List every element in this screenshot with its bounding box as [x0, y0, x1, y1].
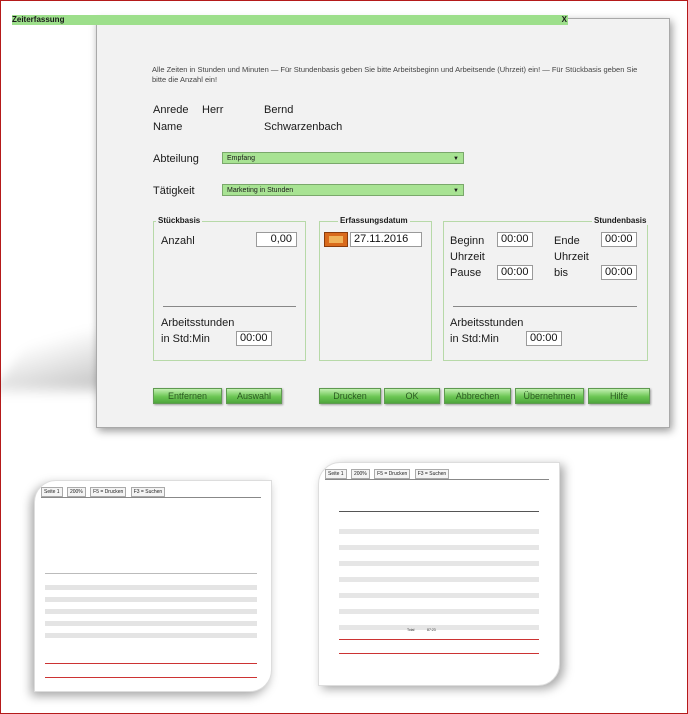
anzahl-field[interactable]: 0,00	[256, 232, 297, 247]
drucken-button[interactable]: Drucken	[319, 388, 381, 404]
divider	[339, 511, 539, 512]
std-min-field[interactable]: 00:00	[236, 331, 272, 346]
date-field[interactable]: 27.11.2016	[350, 232, 422, 247]
table-row	[339, 625, 539, 630]
divider	[453, 306, 637, 307]
table-row	[339, 545, 539, 550]
total-value: 87:23	[427, 628, 436, 632]
name-label: Name	[153, 121, 183, 133]
abteilung-select[interactable]: Empfang ▼	[222, 152, 464, 164]
table-row	[339, 561, 539, 566]
ende-field[interactable]: 00:00	[601, 232, 637, 247]
table-row	[339, 529, 539, 534]
report-preview-thumbnail[interactable]: Seite 1 200% F5 = Drucken F3 = Suchen	[34, 480, 272, 692]
page-selector[interactable]: Seite 1	[325, 469, 347, 479]
std-min-label: in Std:Min	[161, 333, 210, 345]
taetigkeit-select[interactable]: Marketing in Stunden ▼	[222, 184, 464, 196]
preview-toolbar: Seite 1 200% F5 = Drucken F3 = Suchen	[41, 487, 168, 497]
window-title: Zeiterfassung	[12, 15, 65, 24]
abteilung-label: Abteilung	[153, 153, 199, 165]
hilfe-button[interactable]: Hilfe	[588, 388, 650, 404]
table-row	[45, 585, 257, 590]
timelist-preview-thumbnail[interactable]: Seite 1 200% F5 = Drucken F3 = Suchen To…	[318, 462, 560, 686]
search-button[interactable]: F3 = Suchen	[130, 487, 166, 497]
chevron-down-icon: ▼	[453, 156, 459, 162]
page-selector[interactable]: Seite 1	[41, 487, 63, 497]
table-row	[45, 633, 257, 638]
divider	[41, 497, 261, 498]
ok-button[interactable]: OK	[384, 388, 440, 404]
table-row	[339, 609, 539, 614]
divider	[45, 677, 257, 678]
beginn-label: Beginn	[450, 235, 485, 247]
calendar-icon[interactable]	[324, 232, 348, 247]
print-button[interactable]: F5 = Drucken	[90, 487, 127, 497]
search-button[interactable]: F3 = Suchen	[414, 469, 450, 479]
divider	[45, 573, 257, 574]
zoom-selector[interactable]: 200%	[66, 487, 86, 497]
first-name: Bernd	[264, 104, 294, 116]
pause-label: Pause	[450, 267, 482, 279]
zoom-selector[interactable]: 200%	[350, 469, 370, 479]
table-row	[45, 621, 257, 626]
close-icon[interactable]: X	[562, 15, 567, 25]
bis-field[interactable]: 00:00	[601, 265, 637, 280]
arbeitsstunden-label: Arbeitsstunden	[161, 317, 235, 329]
stundenbasis-title: Stundenbasis	[592, 216, 649, 225]
entfernen-button[interactable]: Entfernen	[153, 388, 222, 404]
abbrechen-button[interactable]: Abbrechen	[444, 388, 511, 404]
divider	[339, 653, 539, 654]
taetigkeit-value: Marketing in Stunden	[227, 187, 294, 194]
uebernehmen-button[interactable]: Übernehmen	[515, 388, 584, 404]
table-row	[339, 593, 539, 598]
table-row	[45, 609, 257, 614]
divider	[325, 479, 549, 480]
arbeitsstunden-label: Arbeitsstunden	[450, 317, 524, 329]
table-row	[45, 597, 257, 602]
divider	[45, 663, 257, 664]
ende-label: Ende	[554, 235, 580, 247]
title-bar: Zeiterfassung X	[12, 15, 568, 25]
table-row	[339, 577, 539, 582]
divider	[339, 639, 539, 640]
abteilung-value: Empfang	[227, 155, 256, 162]
anrede-label: Anrede	[153, 104, 189, 116]
print-button[interactable]: F5 = Drucken	[374, 469, 411, 479]
chevron-down-icon: ▼	[453, 188, 459, 194]
beginn-field[interactable]: 00:00	[497, 232, 533, 247]
divider	[163, 306, 296, 307]
anrede-value: Herr	[202, 104, 224, 116]
preview-toolbar: Seite 1 200% F5 = Drucken F3 = Suchen	[325, 469, 452, 479]
std-min-field[interactable]: 00:00	[526, 331, 562, 346]
bis-label: bis	[554, 267, 569, 279]
pause-field[interactable]: 00:00	[497, 265, 533, 280]
uhrzeit-label: Uhrzeit	[450, 251, 485, 263]
total-label: Total	[407, 628, 415, 632]
taetigkeit-label: Tätigkeit	[153, 185, 195, 197]
info-text: Alle Zeiten in Stunden und Minuten — Für…	[152, 65, 638, 84]
stueckbasis-title: Stückbasis	[156, 216, 203, 225]
std-min-label: in Std:Min	[450, 333, 499, 345]
erfassungsdatum-title: Erfassungsdatum	[338, 216, 410, 225]
anzahl-label: Anzahl	[161, 235, 195, 247]
last-name: Schwarzenbach	[264, 121, 343, 133]
auswahl-button[interactable]: Auswahl	[226, 388, 282, 404]
uhrzeit-label: Uhrzeit	[554, 251, 589, 263]
